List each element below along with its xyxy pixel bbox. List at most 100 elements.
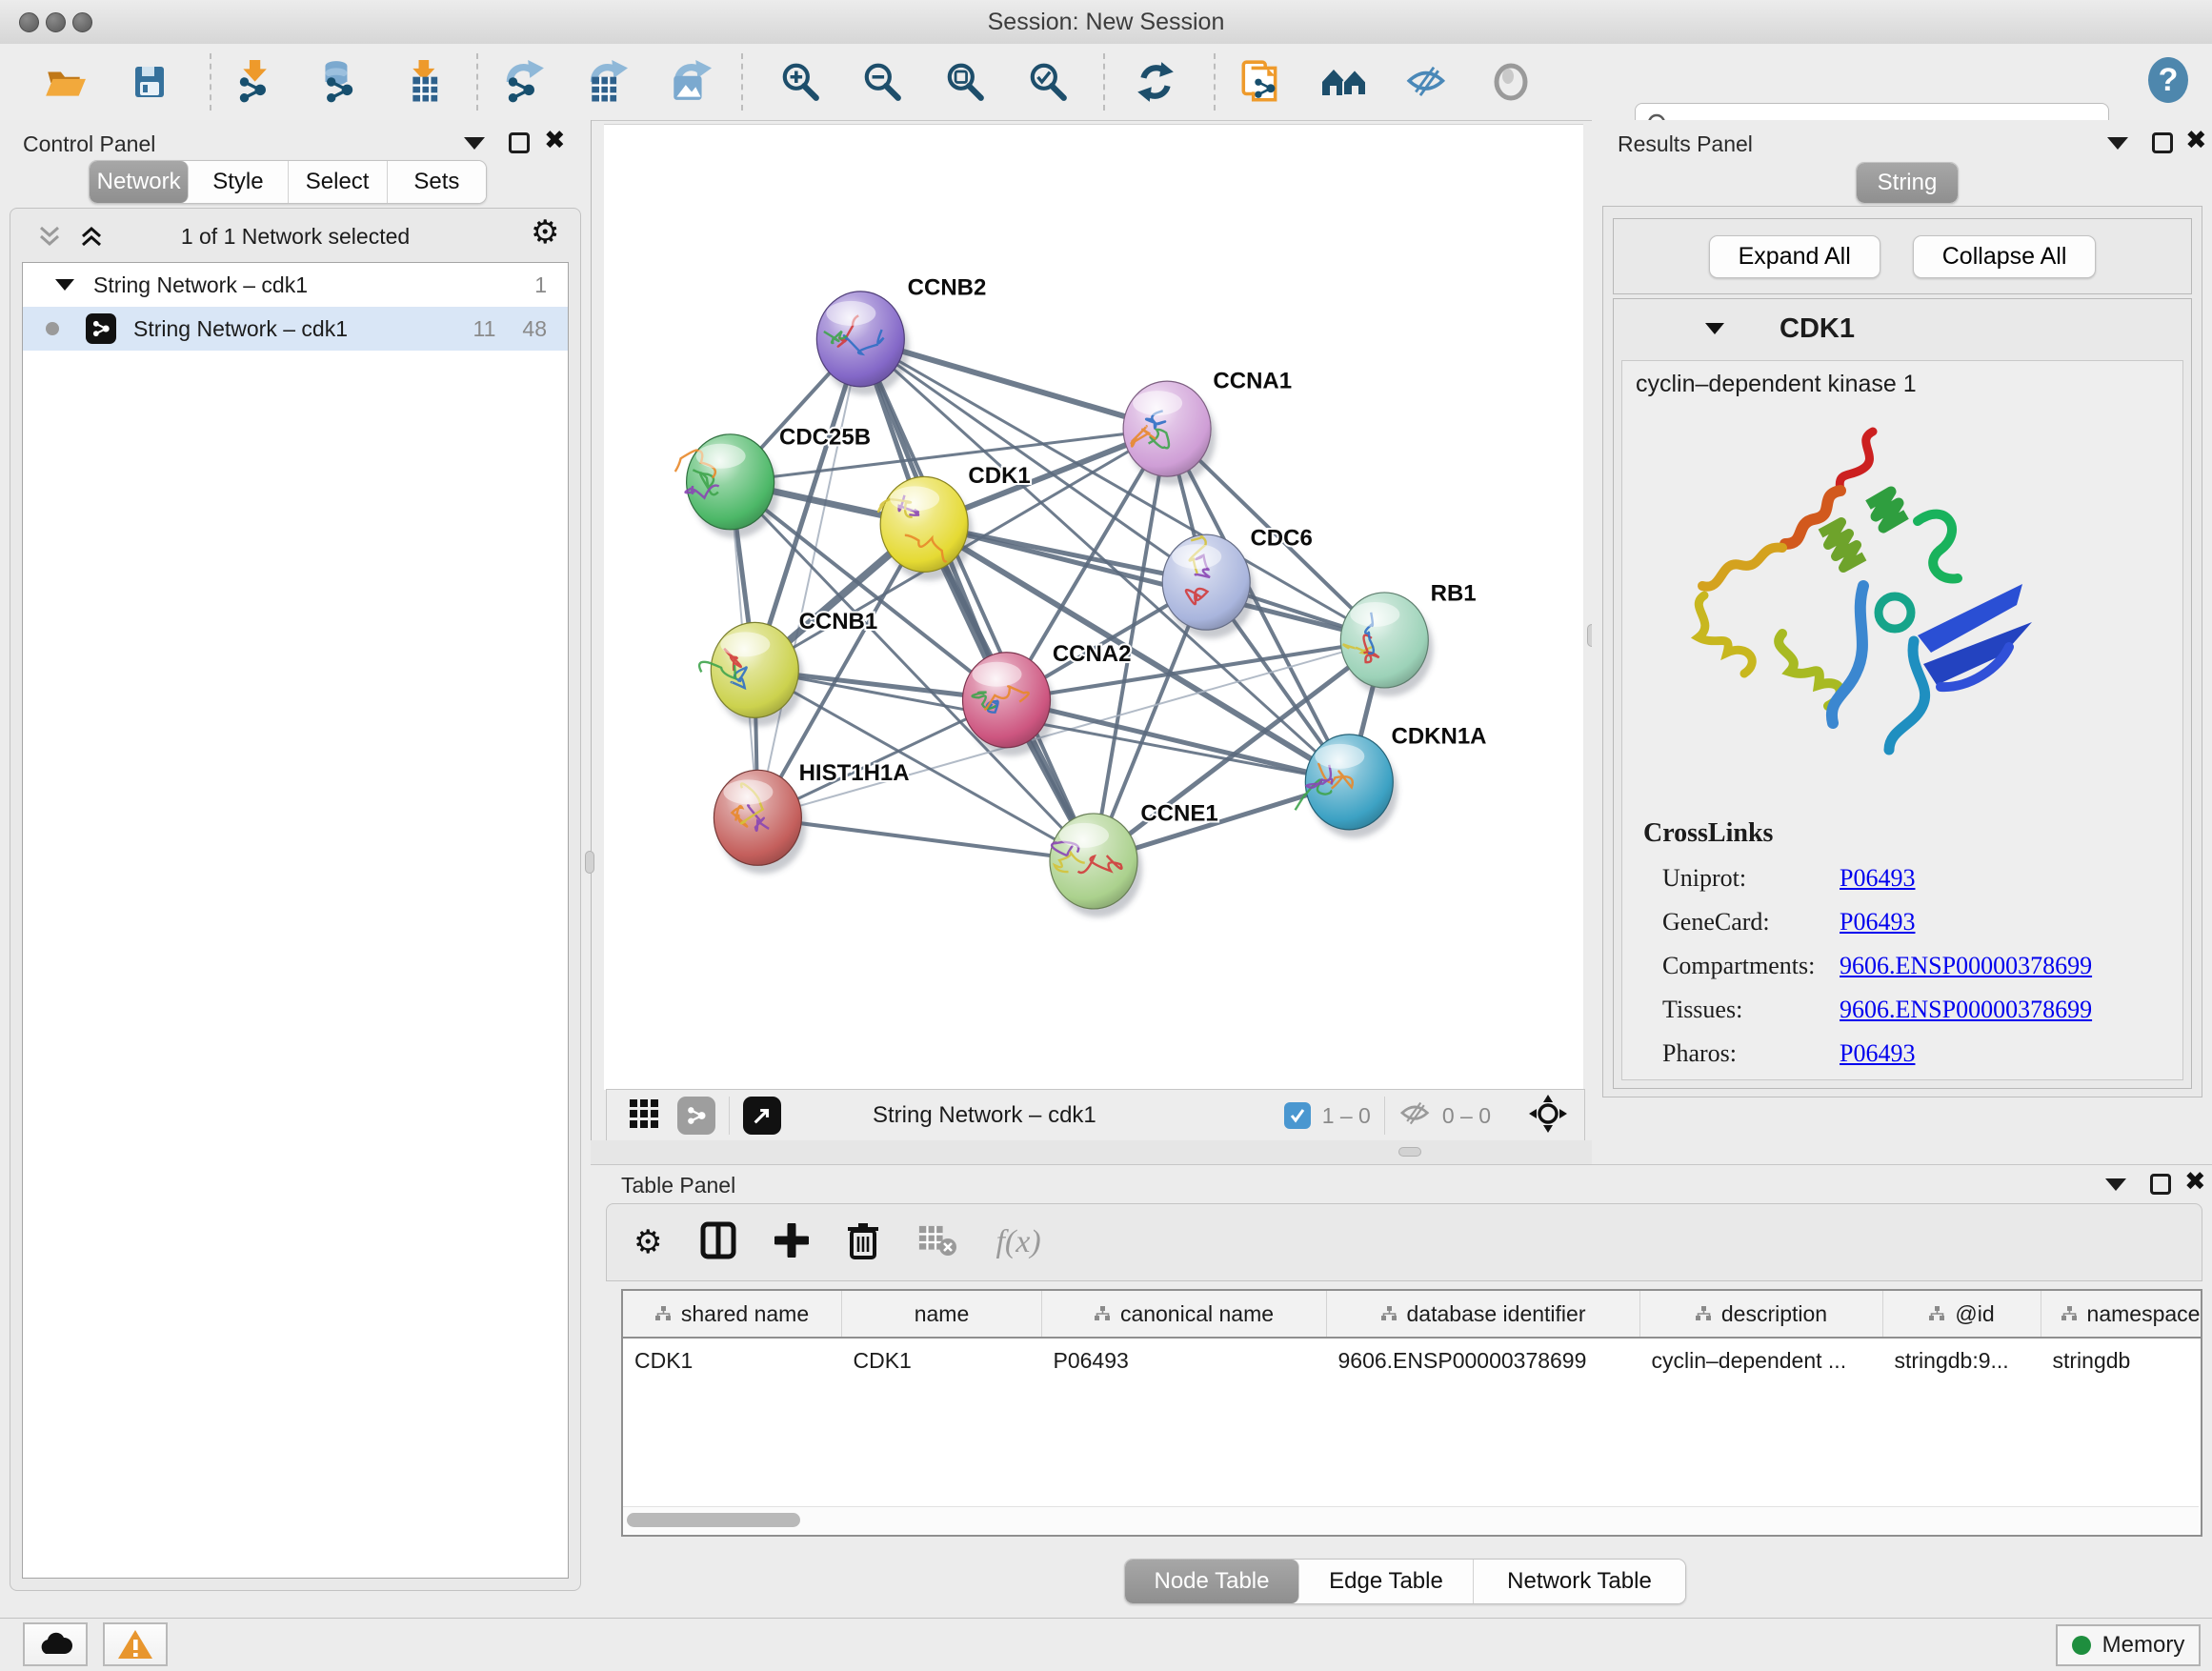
crosslink-link[interactable]: 9606.ENSP00000378699 <box>1840 952 2092 980</box>
network-node-HIST1H1A[interactable] <box>714 770 806 874</box>
zoom-out-button[interactable] <box>857 57 907 107</box>
open-session-button[interactable] <box>40 57 90 107</box>
network-node-CDC25B[interactable] <box>675 434 779 538</box>
column-header-canonical-name[interactable]: canonical name <box>1042 1291 1327 1338</box>
tab-edge-table[interactable]: Edge Table <box>1299 1560 1474 1603</box>
column-header-description[interactable]: description <box>1640 1291 1883 1338</box>
help-button[interactable]: ? <box>2143 55 2193 105</box>
scrollbar-thumb[interactable] <box>627 1513 800 1527</box>
table-cell[interactable]: CDK1 <box>623 1338 842 1382</box>
table-options-gear-icon[interactable]: ⚙ <box>633 1226 662 1258</box>
crosslink-label: Compartments: <box>1662 952 1840 980</box>
show-columns-icon[interactable] <box>700 1221 736 1264</box>
crosslink-link[interactable]: P06493 <box>1840 908 1915 936</box>
table-row[interactable]: CDK1CDK1P064939606.ENSP00000378699cyclin… <box>623 1338 2202 1382</box>
refresh-button[interactable] <box>1131 57 1180 107</box>
network-edge-CCNB2-HIST1H1A[interactable] <box>757 339 860 817</box>
zoom-selected-button[interactable] <box>1023 57 1073 107</box>
crosslink-link[interactable]: P06493 <box>1840 1039 1915 1068</box>
crosslink-row: Compartments:9606.ENSP00000378699 <box>1662 952 2182 980</box>
table-horizontal-scrollbar[interactable] <box>623 1506 2199 1534</box>
table-cell[interactable]: cyclin–dependent ... <box>1640 1338 1883 1382</box>
crosslink-link[interactable]: P06493 <box>1840 864 1915 893</box>
tab-sets[interactable]: Sets <box>388 161 486 203</box>
pan-crosshair-icon[interactable] <box>1529 1095 1567 1137</box>
crosslink-link[interactable]: 9606.ENSP00000378699 <box>1840 996 2092 1024</box>
maximize-panel-icon[interactable] <box>509 132 530 158</box>
table-cell[interactable]: stringdb <box>2041 1338 2203 1382</box>
column-header-shared-name[interactable]: shared name <box>623 1291 842 1338</box>
close-panel-icon[interactable]: ✖ <box>2185 130 2207 151</box>
network-node-CDK1[interactable] <box>878 476 973 580</box>
network-node-CCNB1[interactable] <box>699 622 803 726</box>
tab-string[interactable]: String <box>1857 163 1958 203</box>
expand-all-button[interactable]: Expand All <box>1709 235 1880 278</box>
network-node-RB1[interactable] <box>1340 593 1433 696</box>
collection-expand-icon[interactable] <box>55 279 74 291</box>
export-image-button[interactable] <box>665 57 714 107</box>
network-collection-row[interactable]: String Network – cdk1 1 <box>23 263 568 307</box>
hide-glass-button[interactable] <box>1402 57 1452 107</box>
string-home-button[interactable] <box>1320 57 1370 107</box>
import-network-database-button[interactable] <box>312 57 362 107</box>
export-network-button[interactable] <box>499 57 549 107</box>
string-network-graph[interactable]: CCNB2CCNA1CDC25BCDK1CDC6RB1CCNB1CCNA2CDK… <box>604 125 1583 1090</box>
node-label-HIST1H1A: HIST1H1A <box>799 760 910 786</box>
import-table-button[interactable] <box>400 57 450 107</box>
table-cell[interactable]: stringdb:9... <box>1883 1338 2041 1382</box>
warning-status-button[interactable] <box>103 1622 168 1666</box>
selected-checkbox-icon[interactable] <box>1284 1102 1311 1129</box>
network-node-CDKN1A[interactable] <box>1296 735 1398 838</box>
section-expand-icon[interactable] <box>1705 323 1724 334</box>
network-view-icon[interactable] <box>677 1097 715 1135</box>
memory-button[interactable]: Memory <box>2056 1624 2201 1666</box>
birds-eye-view-icon[interactable] <box>743 1097 781 1135</box>
network-node-CCNB2[interactable] <box>816 292 909 395</box>
network-node-CCNE1[interactable] <box>1050 814 1142 917</box>
maximize-panel-icon[interactable] <box>2152 132 2173 158</box>
column-header-namespace[interactable]: namespace <box>2041 1291 2203 1338</box>
cloud-status-button[interactable] <box>23 1622 88 1666</box>
show-glass-button[interactable] <box>1486 57 1536 107</box>
crosslinks-title: CrossLinks <box>1643 818 2182 849</box>
table-cell[interactable]: P06493 <box>1042 1338 1327 1382</box>
string-import-button[interactable] <box>1236 57 1285 107</box>
splitter-handle[interactable] <box>1398 1147 1421 1157</box>
column-header--id[interactable]: @id <box>1883 1291 2041 1338</box>
float-panel-icon[interactable] <box>2107 137 2128 154</box>
network-canvas[interactable]: CCNB2CCNA1CDC25BCDK1CDC6RB1CCNB1CCNA2CDK… <box>604 124 1583 1090</box>
tab-style[interactable]: Style <box>189 161 288 203</box>
tab-network[interactable]: Network <box>90 161 189 203</box>
network-row[interactable]: String Network – cdk1 11 48 <box>23 307 568 351</box>
gene-section-header[interactable]: CDK1 <box>1614 299 2191 358</box>
network-node-CDC6[interactable] <box>1162 534 1255 638</box>
import-network-file-button[interactable] <box>231 57 280 107</box>
zoom-fit-button[interactable] <box>940 57 990 107</box>
collapse-all-button[interactable]: Collapse All <box>1913 235 2097 278</box>
network-edge-HIST1H1A-CCNE1[interactable] <box>757 817 1094 861</box>
table-cell[interactable]: CDK1 <box>842 1338 1042 1382</box>
float-panel-icon[interactable] <box>2105 1178 2126 1196</box>
left-splitter-handle[interactable] <box>585 851 594 874</box>
delete-column-icon[interactable] <box>847 1221 879 1264</box>
grid-view-icon[interactable] <box>628 1097 660 1135</box>
maximize-panel-icon[interactable] <box>2150 1174 2171 1199</box>
network-node-CCNA1[interactable] <box>1123 381 1216 485</box>
network-options-gear-icon[interactable]: ⚙ <box>531 216 559 249</box>
table-cell[interactable]: 9606.ENSP00000378699 <box>1327 1338 1640 1382</box>
results-panel-tabs: String <box>1856 162 1959 204</box>
tab-network-table[interactable]: Network Table <box>1474 1560 1685 1603</box>
close-panel-icon[interactable]: ✖ <box>544 130 566 151</box>
export-table-button[interactable] <box>581 57 631 107</box>
close-panel-icon[interactable]: ✖ <box>2184 1171 2206 1192</box>
column-header-name[interactable]: name <box>842 1291 1042 1338</box>
column-tree-icon <box>1381 1306 1398 1321</box>
save-session-button[interactable] <box>125 57 174 107</box>
network-edge-CDK1-RB1[interactable] <box>924 524 1384 640</box>
tab-node-table[interactable]: Node Table <box>1125 1560 1299 1603</box>
create-column-icon[interactable] <box>774 1223 809 1262</box>
tab-select[interactable]: Select <box>289 161 388 203</box>
float-panel-icon[interactable] <box>464 137 485 154</box>
column-header-database-identifier[interactable]: database identifier <box>1327 1291 1640 1338</box>
zoom-in-button[interactable] <box>775 57 825 107</box>
